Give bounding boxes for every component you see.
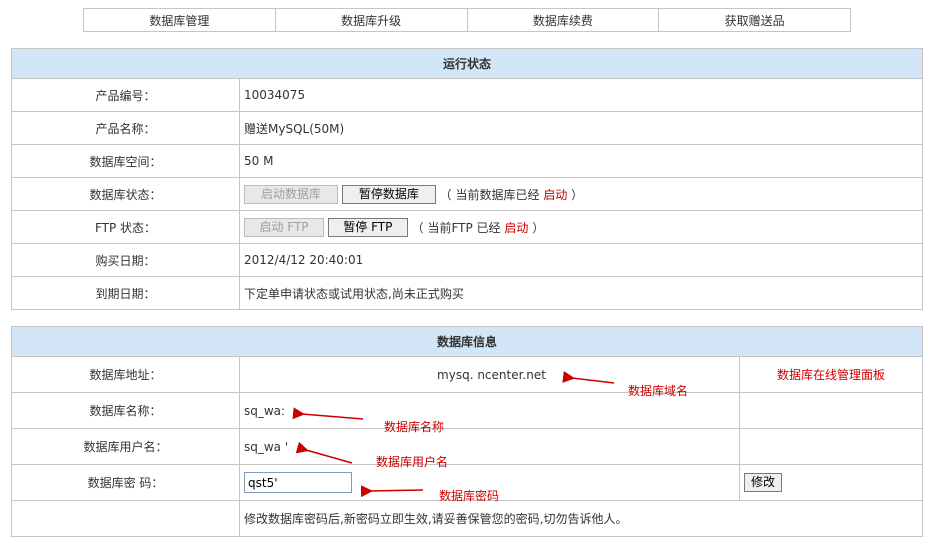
db-status-note-suffix: ） [571,187,584,202]
pause-db-button[interactable]: 暂停数据库 [341,184,436,204]
db-space-value: 50 M [239,144,923,178]
expire-date-value: 下定单申请状态或试用状态,尚未正式购买 [239,276,923,310]
status-panel-title: 运行状态 [11,48,923,79]
pause-ftp-button[interactable]: 暂停 FTP [327,217,408,237]
product-name-value: 赠送MySQL(50M) [239,111,923,145]
db-password-side-cell: 修改 [739,464,923,501]
annotation-db-name: 数据库名称 [384,420,445,434]
db-password-input[interactable] [244,472,352,493]
db-info-panel: 数据库信息 数据库地址： mysq. ncenter.net 数据库在线管理面板… [11,326,923,537]
db-status-note-prefix: （ 当前数据库已经 [439,187,540,202]
db-status-label: 数据库状态： [11,177,240,211]
footer-empty-cell [11,500,240,537]
db-admin-panel-link[interactable]: 数据库在线管理面板 [739,356,923,393]
start-ftp-button[interactable]: 启动 FTP [244,217,324,237]
nav-db-renew[interactable]: 数据库续费 [466,8,660,32]
product-id-value: 10034075 [239,78,923,112]
db-user-value: sq_wa ' [239,428,740,465]
status-panel: 运行状态 产品编号： 10034075 产品名称： 赠送MySQL(50M) 数… [11,48,923,310]
db-status-state: 启动 [543,187,568,202]
expire-date-label: 到期日期： [11,276,240,310]
nav-get-gift[interactable]: 获取赠送品 [658,8,851,32]
ftp-status-note-suffix: ） [532,220,545,235]
db-user-label: 数据库用户名： [11,428,240,465]
db-name-side-cell [739,392,923,429]
db-info-panel-title: 数据库信息 [11,326,923,357]
top-nav: 数据库管理 数据库升级 数据库续费 获取赠送品 [83,8,851,32]
nav-db-upgrade[interactable]: 数据库升级 [274,8,468,32]
modify-password-button[interactable]: 修改 [744,473,783,492]
db-name-label: 数据库名称： [11,392,240,429]
ftp-status-label: FTP 状态： [11,210,240,244]
product-name-label: 产品名称： [11,111,240,145]
ftp-status-cell: 启动 FTP 暂停 FTP （ 当前FTP 已经 启动 ） [239,210,923,244]
ftp-status-note-prefix: （ 当前FTP 已经 [411,220,501,235]
purchase-date-label: 购买日期： [11,243,240,277]
db-space-label: 数据库空间： [11,144,240,178]
nav-db-manage[interactable]: 数据库管理 [83,8,276,32]
annotation-db-password: 数据库密码 [439,489,500,503]
annotation-domain: 数据库域名 [628,384,689,398]
product-id-label: 产品编号： [11,78,240,112]
annotation-db-user: 数据库用户名 [376,455,449,469]
db-address-label: 数据库地址： [11,356,240,393]
start-db-button[interactable]: 启动数据库 [244,184,338,204]
password-note: 修改数据库密码后,新密码立即生效,请妥善保管您的密码,切勿告诉他人。 [239,500,923,537]
db-password-label: 数据库密 码： [11,464,240,501]
ftp-status-state: 启动 [504,220,529,235]
db-status-cell: 启动数据库 暂停数据库 （ 当前数据库已经 启动 ） [239,177,923,211]
db-user-side-cell [739,428,923,465]
purchase-date-value: 2012/4/12 20:40:01 [239,243,923,277]
